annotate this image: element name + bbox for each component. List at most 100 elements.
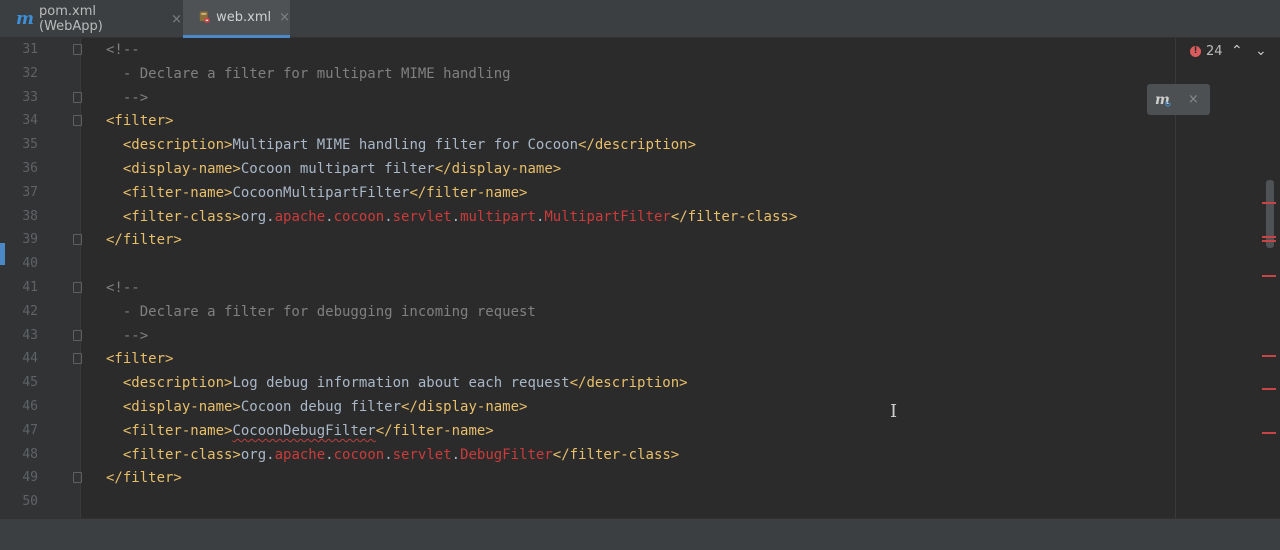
xml-text: . [451, 208, 461, 225]
xml-tag: </description> [569, 375, 688, 392]
code-line[interactable]: 31 <!-- [0, 38, 1175, 62]
xml-text: org. [240, 208, 275, 225]
code-text: <!-- [106, 276, 140, 300]
line-number: 33 [22, 89, 38, 105]
code-line[interactable]: 43 --> [0, 324, 1175, 348]
line-number: 36 [22, 161, 38, 176]
error-stripe-mark[interactable] [1262, 388, 1276, 390]
xml-tag: </filter-class> [552, 446, 680, 463]
code-line[interactable]: 45 <description>Log debug information ab… [0, 371, 1175, 395]
close-icon[interactable]: × [171, 12, 182, 27]
xml-tag: <display-name> [122, 161, 241, 177]
fold-marker-icon[interactable] [73, 282, 82, 293]
error-stripe-mark[interactable] [1262, 240, 1276, 242]
previous-error-chevron-up-icon[interactable]: ⌃ [1231, 43, 1243, 59]
code-line[interactable]: 36 <display-name>Cocoon multipart filter… [0, 157, 1175, 181]
xml-tag: </filter> [106, 232, 182, 249]
code-line[interactable]: 41 <!-- [0, 276, 1175, 300]
line-number: 47 [22, 422, 38, 438]
status-bar [0, 518, 1280, 550]
line-number: 37 [22, 184, 38, 200]
fold-marker-icon[interactable] [73, 472, 82, 484]
error-stripe-mark[interactable] [1262, 355, 1276, 357]
code-text: <display-name>Cocoon multipart filter</d… [106, 157, 561, 181]
code-line[interactable]: 38 <filter-class>org.apache.cocoon.servl… [0, 205, 1175, 229]
code-text: <filter> [106, 109, 173, 133]
code-line[interactable]: 35 <description>Multipart MIME handling … [0, 133, 1175, 157]
web-xml-icon [199, 11, 210, 24]
spelling-error-text: CocoonDebugFilter [232, 422, 376, 439]
code-text: --> [106, 324, 148, 348]
code-line[interactable]: 33 --> [0, 86, 1175, 110]
fold-marker-icon[interactable] [73, 44, 82, 55]
xml-tag: </description> [578, 137, 697, 154]
code-line[interactable]: 40 [0, 252, 1175, 276]
xml-comment: --> [106, 327, 149, 344]
xml-text: CocoonMultipartFilter [232, 184, 410, 201]
xml-tag: <filter-class> [122, 208, 241, 225]
unresolved-package: multipart [460, 208, 536, 225]
maven-refresh-icon[interactable]: m ↻ [1155, 92, 1172, 110]
code-line[interactable]: 34 <filter> [0, 109, 1175, 133]
tab-pom-xml[interactable]: m pom.xml (WebApp) × [0, 0, 182, 38]
code-line[interactable]: 32 - Declare a filter for multipart MIME… [0, 62, 1175, 86]
fold-marker-icon[interactable] [73, 353, 82, 365]
code-text: <filter-class>org.apache.cocoon.servlet.… [106, 443, 679, 467]
xml-tag: </filter-name> [409, 184, 528, 201]
next-error-chevron-down-icon[interactable]: ⌄ [1255, 43, 1267, 59]
code-text: --> [106, 86, 148, 110]
fold-marker-icon[interactable] [73, 234, 82, 246]
error-stripe-mark[interactable] [1262, 275, 1276, 277]
code-line[interactable]: 50 [0, 490, 1175, 514]
fold-marker-icon[interactable] [73, 329, 82, 341]
xml-text: . [384, 446, 393, 463]
code-editor[interactable]: 31 <!-- 32 - Declare a filter for multipar… [0, 38, 1280, 518]
fold-marker-icon[interactable] [73, 91, 82, 103]
close-icon[interactable]: × [1188, 92, 1199, 107]
error-stripe-mark[interactable] [1262, 202, 1276, 204]
xml-text [106, 375, 123, 391]
line-number: 45 [22, 375, 38, 391]
line-number: 31 [22, 42, 38, 57]
close-icon[interactable]: × [279, 10, 290, 25]
fold-marker-icon[interactable] [73, 115, 82, 127]
xml-text [106, 399, 123, 415]
line-number: 32 [22, 65, 38, 81]
unresolved-package: apache [274, 208, 326, 225]
code-line[interactable]: 47 <filter-name>CocoonDebugFilter</filte… [0, 419, 1175, 443]
code-line[interactable]: 48 <filter-class>org.apache.cocoon.servl… [0, 443, 1175, 467]
xml-text [106, 209, 123, 225]
unresolved-package: cocoon [333, 208, 385, 225]
xml-tag: </filter-name> [375, 422, 494, 439]
xml-tag: <display-name> [122, 399, 241, 415]
tab-web-xml[interactable]: web.xml × [183, 0, 290, 38]
editor-tab-bar: m pom.xml (WebApp) × web.xml × [0, 0, 1280, 38]
code-line[interactable]: 49 </filter> [0, 466, 1175, 490]
code-line[interactable]: 42 - Declare a filter for debugging inco… [0, 300, 1175, 324]
maven-reload-popup[interactable]: m ↻ × [1147, 84, 1210, 115]
code-text: </filter> [106, 466, 182, 490]
code-text: <filter-class>org.apache.cocoon.servlet.… [106, 205, 797, 229]
code-line[interactable]: 46 <display-name>Cocoon debug filter</di… [0, 395, 1175, 419]
code-text: <filter> [106, 347, 173, 371]
code-line[interactable]: 37 <filter-name>CocoonMultipartFilter</f… [0, 181, 1175, 205]
inspection-widget[interactable]: ! 24 [1190, 44, 1223, 59]
xml-tag: </display-name> [434, 161, 562, 177]
line-number: 40 [22, 256, 38, 272]
code-line[interactable]: 39 </filter> [0, 228, 1175, 252]
line-number: 42 [22, 303, 38, 319]
code-text: <filter-name>CocoonDebugFilter</filter-n… [106, 419, 494, 443]
xml-text: . [325, 208, 334, 225]
unresolved-package: apache [274, 446, 326, 463]
code-text: <description>Multipart MIME handling fil… [106, 133, 696, 157]
xml-tag: </filter-class> [670, 208, 798, 225]
tab-label: web.xml [216, 10, 272, 25]
code-text: <display-name>Cocoon debug filter</displ… [106, 395, 528, 419]
xml-tag: <filter-name> [122, 184, 233, 201]
error-stripe-mark[interactable] [1262, 432, 1276, 434]
xml-comment: <!-- [106, 280, 140, 296]
error-stripe-mark[interactable] [1262, 236, 1276, 238]
code-text: - Declare a filter for debugging incomin… [106, 300, 536, 324]
line-number: 34 [22, 113, 38, 129]
code-line[interactable]: 44 <filter> [0, 347, 1175, 371]
